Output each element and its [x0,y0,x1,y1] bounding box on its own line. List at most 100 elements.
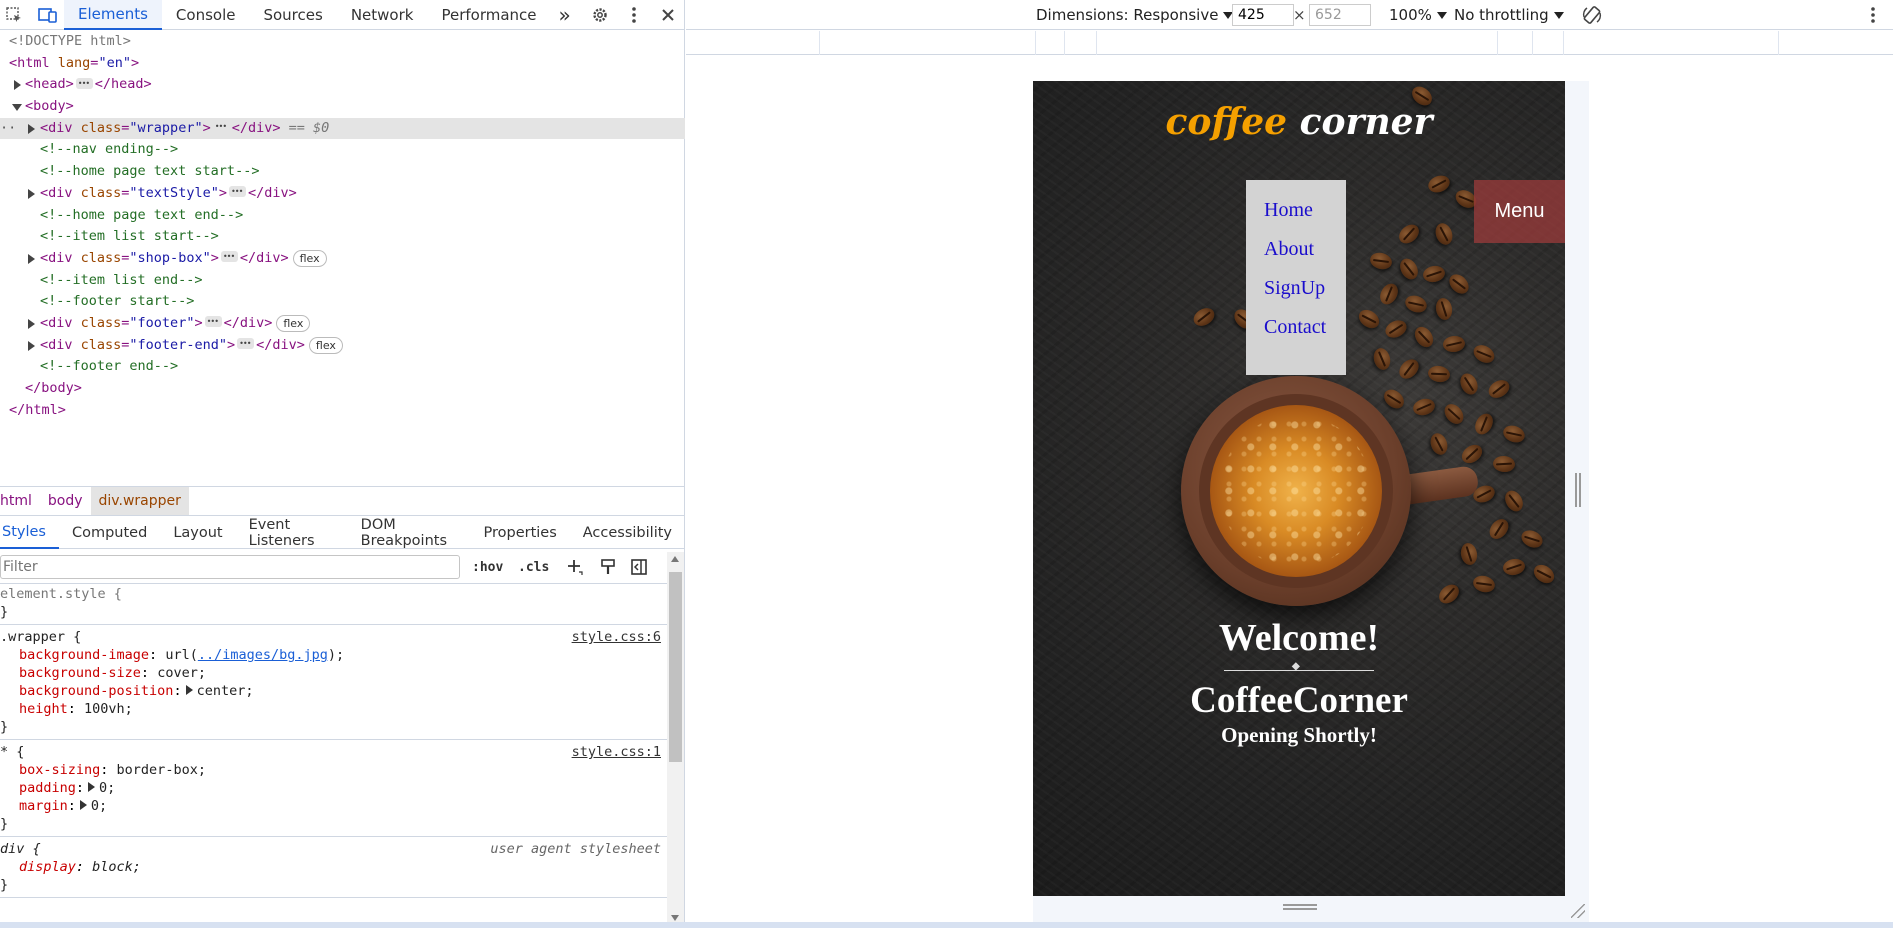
height-input[interactable] [1309,4,1371,26]
dom-comment[interactable]: <!--item list end--> [0,270,685,292]
ellipsis-icon[interactable] [212,116,230,138]
dom-line[interactable]: </html> [0,400,685,422]
tab-network[interactable]: Network [337,0,428,30]
tab-styles[interactable]: Styles [0,517,59,549]
scroll-down-icon[interactable] [671,915,679,921]
dom-line-selected[interactable]: ··<div class="wrapper"></div> == $0 [0,116,685,140]
css-property[interactable]: background-image: url(../images/bg.jpg); [0,646,667,664]
rule-universal[interactable]: * { style.css:1 box-sizing: border-box; … [0,740,667,837]
close-devtools-icon[interactable] [651,0,685,30]
expand-triangle-icon[interactable] [88,782,96,792]
scrollbar-thumb[interactable] [669,572,682,762]
ellipsis-icon[interactable] [228,181,246,203]
scroll-up-icon[interactable] [671,556,679,562]
dom-line[interactable]: <head> </head> [0,73,685,96]
device-more-options-icon[interactable] [1870,0,1876,30]
class-toggle[interactable]: .cls [518,550,549,584]
dom-comment[interactable]: <!--home page text end--> [0,205,685,227]
flex-badge[interactable]: flex [276,314,311,332]
tab-performance[interactable]: Performance [427,0,550,30]
resize-handle-icon[interactable] [1575,473,1581,507]
media-query-ruler[interactable] [686,31,1893,55]
rule-wrapper[interactable]: .wrapper { style.css:6 background-image:… [0,625,667,740]
css-property[interactable]: background-size: cover; [0,664,667,682]
dom-line[interactable]: <body> [0,96,685,118]
dom-comment[interactable]: <!--footer start--> [0,291,685,313]
expand-triangle-icon[interactable] [28,318,35,329]
flex-badge[interactable]: flex [292,249,327,267]
dom-line[interactable]: <div class="footer"></div>flex [0,311,685,335]
tab-event-listeners[interactable]: Event Listeners [236,517,348,549]
tab-console[interactable]: Console [162,0,250,30]
expand-triangle-icon[interactable] [28,253,35,264]
tab-properties[interactable]: Properties [470,517,569,549]
url-link[interactable]: ../images/bg.jpg [198,647,328,663]
resize-corner-icon[interactable] [1571,904,1585,918]
nav-link-signup[interactable]: SignUp [1246,274,1346,313]
viewport-resize-bottom[interactable] [1033,896,1589,922]
ellipsis-icon[interactable] [220,246,238,268]
ellipsis-icon[interactable] [75,73,93,95]
zoom-dropdown[interactable]: 100% [1389,0,1447,30]
dom-line[interactable]: <!DOCTYPE html> [0,31,685,53]
settings-gear-icon[interactable] [583,0,617,30]
tab-layout[interactable]: Layout [160,517,235,549]
more-options-icon[interactable] [617,0,651,30]
expand-triangle-icon[interactable] [79,800,87,810]
viewport-resize-right[interactable] [1565,81,1589,896]
expand-triangle-icon[interactable] [28,188,35,199]
styles-scrollbar[interactable] [667,552,684,925]
new-rule-icon[interactable] [566,550,584,584]
more-tabs-icon[interactable]: » [551,0,579,30]
tab-elements[interactable]: Elements [64,0,162,30]
dom-comment[interactable]: <!--home page text start--> [0,161,685,183]
rule-source-link[interactable]: style.css:6 [572,628,661,646]
collapse-triangle-icon[interactable] [12,104,22,112]
css-property[interactable]: margin: 0; [0,797,667,815]
styles-filter-input[interactable] [0,555,460,579]
expand-triangle-icon[interactable] [14,80,21,91]
css-property[interactable]: padding: 0; [0,779,667,797]
rule-div[interactable]: div { user agent stylesheet display: blo… [0,837,667,898]
expand-triangle-icon[interactable] [28,123,35,134]
ellipsis-icon[interactable] [237,333,255,355]
resize-handle-icon[interactable] [1283,904,1317,910]
tab-dom-breakpoints[interactable]: DOM Breakpoints [348,517,471,549]
paint-brush-icon[interactable] [600,550,616,584]
dom-comment[interactable]: <!--nav ending--> [0,139,685,161]
dom-comment[interactable]: <!--footer end--> [0,356,685,378]
ellipsis-icon[interactable] [204,311,222,333]
dimensions-dropdown[interactable]: Dimensions: Responsive [1036,0,1233,30]
css-property[interactable]: background-position: center; [0,682,667,700]
inspect-element-icon[interactable] [0,0,28,30]
toggle-sidebar-icon[interactable] [630,550,648,584]
breadcrumb-body[interactable]: body [40,487,91,515]
dom-line[interactable]: <div class="textStyle"></div> [0,181,685,205]
dom-line[interactable]: <div class="footer-end"></div>flex [0,333,685,357]
site-logo[interactable]: coffee corner [1033,101,1565,143]
nav-link-home[interactable]: Home [1246,196,1346,235]
css-property[interactable]: display: block; [0,858,667,876]
breadcrumb-html[interactable]: html [0,487,40,515]
css-property[interactable]: box-sizing: border-box; [0,761,667,779]
expand-triangle-icon[interactable] [28,340,35,351]
width-input[interactable] [1232,4,1294,26]
rule-element-style[interactable]: element.style { } [0,585,667,625]
nav-link-contact[interactable]: Contact [1246,313,1346,352]
rotate-icon[interactable] [1581,0,1603,30]
dom-line[interactable]: <html lang="en"> [0,53,685,75]
hover-state-toggle[interactable]: :hov [472,550,503,584]
breadcrumb-div-wrapper[interactable]: div.wrapper [90,487,189,515]
rule-source-link[interactable]: style.css:1 [572,743,661,761]
nav-link-about[interactable]: About [1246,235,1346,274]
css-property[interactable]: height: 100vh; [0,700,667,718]
tab-sources[interactable]: Sources [249,0,336,30]
tab-accessibility[interactable]: Accessibility [570,517,685,549]
device-toggle-icon[interactable] [34,0,62,30]
tab-computed[interactable]: Computed [59,517,160,549]
throttling-dropdown[interactable]: No throttling [1454,0,1564,30]
dom-line[interactable]: <div class="shop-box"></div>flex [0,246,685,270]
menu-button[interactable]: Menu [1474,180,1565,243]
expand-triangle-icon[interactable] [185,685,193,695]
dom-line[interactable]: </body> [0,378,685,400]
